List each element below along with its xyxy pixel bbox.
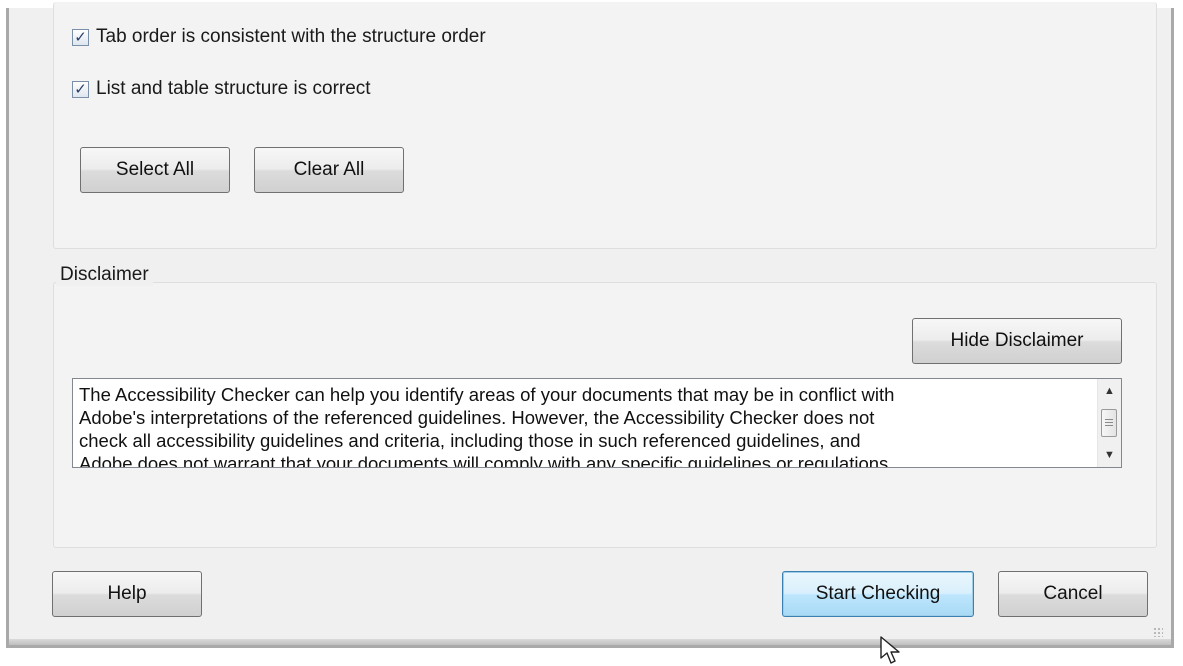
disclaimer-legend: Disclaimer — [56, 264, 153, 286]
scroll-up-arrow-icon[interactable]: ▲ — [1098, 381, 1121, 401]
cancel-button[interactable]: Cancel — [998, 571, 1148, 617]
scroll-down-arrow-icon[interactable]: ▼ — [1098, 445, 1121, 465]
disclaimer-text: The Accessibility Checker can help you i… — [79, 384, 895, 468]
tab-order-checkbox-row[interactable]: ✓ Tab order is consistent with the struc… — [72, 26, 486, 48]
select-all-button[interactable]: Select All — [80, 147, 230, 193]
thumb-grip-icon — [1105, 418, 1113, 428]
list-table-checkbox[interactable]: ✓ — [72, 80, 89, 98]
scroll-thumb[interactable] — [1101, 409, 1117, 437]
clear-all-button[interactable]: Clear All — [254, 147, 404, 193]
list-table-checkbox-label: List and table structure is correct — [96, 78, 371, 99]
disclaimer-textbox[interactable]: The Accessibility Checker can help you i… — [72, 378, 1122, 468]
list-table-checkbox-row[interactable]: ✓ List and table structure is correct — [72, 78, 371, 100]
start-checking-button[interactable]: Start Checking — [782, 571, 974, 617]
disclaimer-scrollbar[interactable]: ▲ ▼ — [1097, 379, 1121, 467]
resize-grip[interactable] — [1153, 627, 1163, 637]
check-icon: ✓ — [74, 28, 87, 46]
help-button[interactable]: Help — [52, 571, 202, 617]
check-icon: ✓ — [74, 80, 87, 98]
mouse-pointer-icon — [880, 636, 900, 664]
tab-order-checkbox-label: Tab order is consistent with the structu… — [96, 26, 486, 47]
hide-disclaimer-button[interactable]: Hide Disclaimer — [912, 318, 1122, 364]
tab-order-checkbox[interactable]: ✓ — [72, 28, 89, 46]
